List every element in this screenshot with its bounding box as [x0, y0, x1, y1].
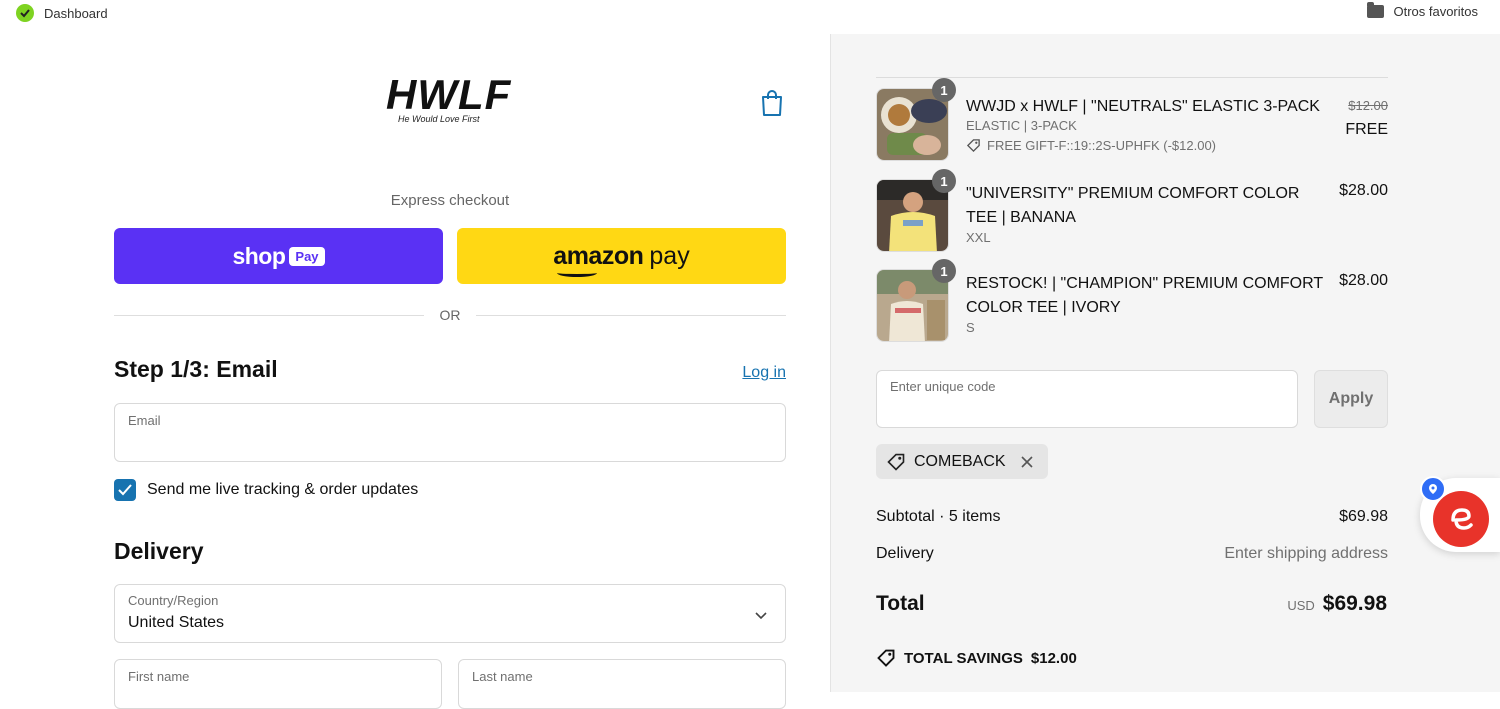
country-select-value: United States [128, 614, 225, 631]
or-label: OR [439, 307, 461, 323]
total-savings-value: $12.00 [1030, 649, 1077, 667]
amazon-pay-button[interactable]: amazon pay [457, 228, 786, 284]
tag-icon [966, 139, 980, 153]
or-divider: OR [114, 306, 786, 326]
bookmark-other-favorites-label: Otros favoritos [1393, 4, 1478, 19]
item-title: WWJD x HWLF | "NEUTRALS" ELASTIC 3-PACK [966, 98, 1320, 115]
quantity-badge: 1 [932, 259, 956, 283]
tag-icon [887, 453, 905, 471]
first-name-label: First name [128, 669, 190, 684]
login-link[interactable]: Log in [742, 364, 786, 382]
checkout-form-panel: HWLF He Would Love First Express checkou… [0, 26, 830, 709]
order-summary-panel: 1 WWJD x HWLF | "NEUTRALS" ELASTIC 3-PAC… [830, 34, 1500, 692]
bookmark-dashboard[interactable]: Dashboard [16, 4, 108, 22]
item-discount: FREE GIFT-F::19::2S-UPHFK (-$12.00) [966, 138, 1216, 153]
first-name-field[interactable]: First name [114, 659, 442, 709]
shop-pay-badge: Pay [289, 246, 325, 266]
summary-divider [876, 77, 1388, 78]
total-savings: TOTAL SAVINGS $12.00 [876, 648, 1077, 668]
item-price: $28.00 [1339, 182, 1388, 199]
item-title: RESTOCK! | "CHAMPION" PREMIUM COMFORT CO… [966, 275, 1323, 316]
delivery-label: Delivery [876, 545, 934, 562]
amazon-wordmark: amazon [553, 242, 644, 277]
dashboard-icon [16, 4, 34, 22]
total-label: Total [876, 592, 925, 615]
amazon-smile-icon [557, 269, 598, 277]
apply-button[interactable]: Apply [1314, 370, 1388, 428]
item-variant: ELASTIC | 3-PACK [966, 118, 1077, 133]
subtotal-row: Subtotal · 5 items $69.98 [876, 508, 1388, 526]
email-field-label: Email [128, 413, 161, 428]
floating-rewards-widget[interactable] [1420, 476, 1500, 552]
amazon-pay-word: pay [649, 241, 690, 270]
shop-pay-wordmark: shop [232, 242, 286, 269]
item-price: FREE [1345, 121, 1388, 138]
delivery-row: Delivery Enter shipping address [876, 545, 1388, 563]
quantity-badge: 1 [932, 169, 956, 193]
discount-code-placeholder: Enter unique code [890, 379, 996, 394]
total-value: $69.98 [1322, 592, 1387, 615]
folder-icon [1367, 2, 1385, 18]
currency-code: USD [1287, 598, 1315, 613]
remove-discount-icon[interactable] [1020, 455, 1034, 469]
email-step-title: Step 1/3: Email [114, 356, 278, 382]
last-name-label: Last name [472, 669, 533, 684]
item-title: "UNIVERSITY" PREMIUM COMFORT COLOR TEE |… [966, 185, 1300, 226]
savings-tag-icon [877, 649, 895, 667]
delivery-value: Enter shipping address [1224, 545, 1388, 562]
chevron-down-icon [755, 607, 767, 625]
email-field[interactable]: Email [114, 403, 786, 462]
cart-bag-icon[interactable] [760, 89, 784, 122]
country-select[interactable]: Country/Region United States [114, 584, 786, 643]
delivery-section-title: Delivery [114, 538, 204, 564]
applied-discount-code: COMEBACK [914, 452, 1006, 470]
item-price: $28.00 [1339, 272, 1388, 289]
total-savings-label: TOTAL SAVINGS [904, 649, 1023, 667]
bookmark-dashboard-label: Dashboard [44, 5, 108, 21]
tracking-checkbox-label[interactable]: Send me live tracking & order updates [147, 481, 418, 499]
shop-pay-button[interactable]: shop Pay [114, 228, 443, 284]
logo-text: HWLF [386, 71, 512, 118]
rewards-logo-icon [1433, 491, 1489, 547]
bookmarks-bar: Dashboard Otros favoritos [0, 0, 1500, 26]
item-variant: XXL [966, 230, 991, 245]
item-original-price: $12.00 [1348, 98, 1388, 113]
location-pin-icon [1420, 476, 1446, 502]
cart-item: 1 "UNIVERSITY" PREMIUM COMFORT COLOR TEE… [876, 169, 1388, 259]
subtotal-value: $69.98 [1339, 508, 1388, 525]
express-checkout-heading: Express checkout [390, 192, 510, 209]
subtotal-label: Subtotal · 5 items [876, 508, 1001, 525]
discount-code-input[interactable]: Enter unique code [876, 370, 1298, 428]
brand-logo[interactable]: HWLF He Would Love First [386, 71, 516, 125]
cart-item: 1 RESTOCK! | "CHAMPION" PREMIUM COMFORT … [876, 259, 1388, 349]
cart-item: 1 WWJD x HWLF | "NEUTRALS" ELASTIC 3-PAC… [876, 78, 1388, 168]
total-amount: USD $69.98 [1287, 592, 1387, 616]
tracking-checkbox[interactable] [114, 479, 136, 501]
last-name-field[interactable]: Last name [458, 659, 786, 709]
quantity-badge: 1 [932, 78, 956, 102]
item-discount-label: FREE GIFT-F::19::2S-UPHFK (-$12.00) [987, 138, 1216, 153]
item-variant: S [966, 320, 975, 335]
bookmark-other-favorites[interactable]: Otros favoritos [1367, 2, 1478, 19]
country-select-label: Country/Region [128, 593, 219, 608]
applied-discount-chip: COMEBACK [876, 444, 1048, 479]
